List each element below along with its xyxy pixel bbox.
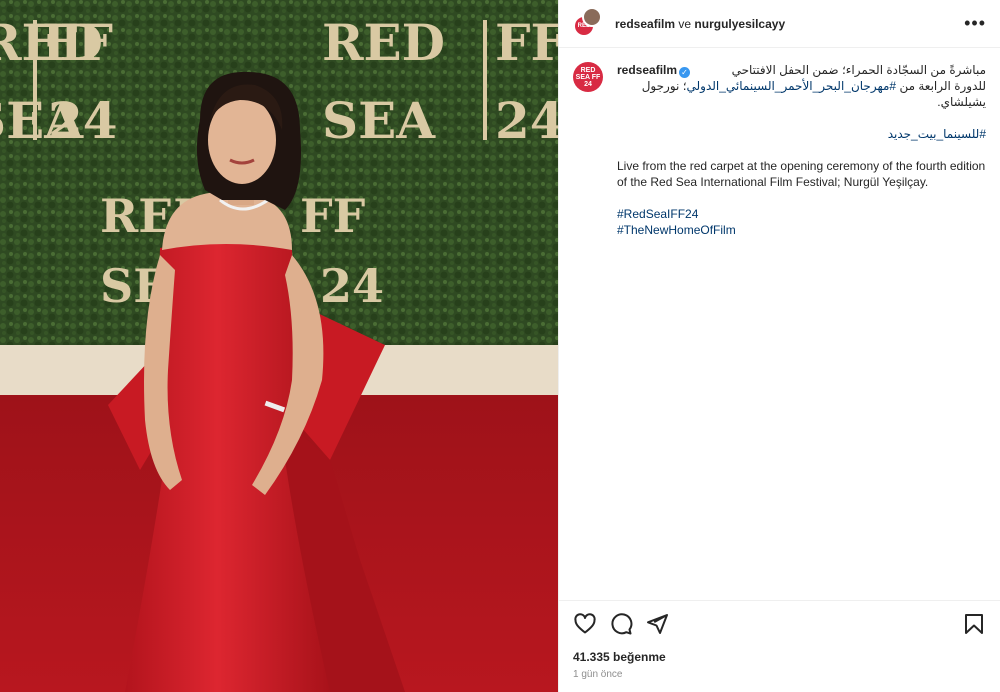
likes-count[interactable]: 41.335 beğenme <box>573 650 666 664</box>
backdrop-text-ff-3: FF <box>300 189 366 243</box>
caption-avatar[interactable]: RED SEA FF 24 <box>573 62 603 92</box>
hashtag-redseaiff24[interactable]: #RedSeaIFF24 <box>617 206 986 222</box>
caption-body: redseafilm ✓ مباشرةً من السجّادة الحمراء؛… <box>617 62 986 238</box>
arabic-festival-hashtag[interactable]: #مهرجان_البحر_الأحمر_السينمائي_الدولي <box>687 79 897 93</box>
post-timestamp[interactable]: 1 gün önce <box>573 669 623 680</box>
arabic-home-hashtag[interactable]: #للسينما_بيت_جديد <box>617 126 986 142</box>
collab-avatars[interactable]: RED <box>573 6 603 39</box>
caption-english-text: Live from the red carpet at the opening … <box>617 159 986 189</box>
caption-arabic-line-2: للدورة الرابعة من #مهرجان_البحر_الأحمر_ا… <box>641 79 986 93</box>
backdrop-text-ff-1: FF <box>42 13 113 72</box>
backdrop-text-24-2: 24 <box>495 91 558 150</box>
post-photo[interactable]: RED FF SEA 24 RED FF SEA 24 RED FF SEA 2… <box>0 0 558 692</box>
caption-avatar-logo: RED SEA FF 24 <box>575 66 601 88</box>
post-sidebar: RED redseafilm ve nurgulyesilcayy ••• RE… <box>558 0 1000 692</box>
action-bar <box>559 600 1000 646</box>
backdrop-text-24-1: 24 <box>48 91 118 150</box>
red-carpet-photo: RED FF SEA 24 RED FF SEA 24 RED FF SEA 2… <box>0 0 558 692</box>
comment-icon[interactable] <box>609 612 633 636</box>
header-connector: ve <box>678 16 692 31</box>
verified-badge-icon: ✓ <box>679 67 691 78</box>
caption-arabic-line-3: يشيلشاي. <box>937 95 986 109</box>
bookmark-icon[interactable] <box>962 612 986 636</box>
avatar-nurgulyesilcayy[interactable] <box>582 6 602 27</box>
header-usernames: redseafilm ve nurgulyesilcayy <box>615 17 964 31</box>
backdrop-text-ff-2: FF <box>495 13 558 72</box>
backdrop-text-red-2: RED <box>322 13 445 72</box>
backdrop-text-24-3: 24 <box>320 259 384 313</box>
caption-username[interactable]: redseafilm <box>617 63 677 77</box>
more-horizontal-icon[interactable]: ••• <box>964 13 986 34</box>
post-caption: RED SEA FF 24 redseafilm ✓ مباشرةً من الس… <box>559 48 1000 238</box>
heart-icon[interactable] <box>573 612 597 636</box>
header-username-1[interactable]: redseafilm <box>615 17 675 31</box>
send-icon[interactable] <box>645 612 669 636</box>
header-username-2[interactable]: nurgulyesilcayy <box>694 17 785 31</box>
caption-arabic-line-1: مباشرةً من السجّادة الحمراء؛ ضمن الحفل ا… <box>731 63 986 77</box>
hashtag-thenewhomeoffilm[interactable]: #TheNewHomeOfFilm <box>617 222 986 238</box>
post-header: RED redseafilm ve nurgulyesilcayy ••• <box>559 0 1000 48</box>
backdrop-text-sea-2: SEA <box>322 91 436 150</box>
